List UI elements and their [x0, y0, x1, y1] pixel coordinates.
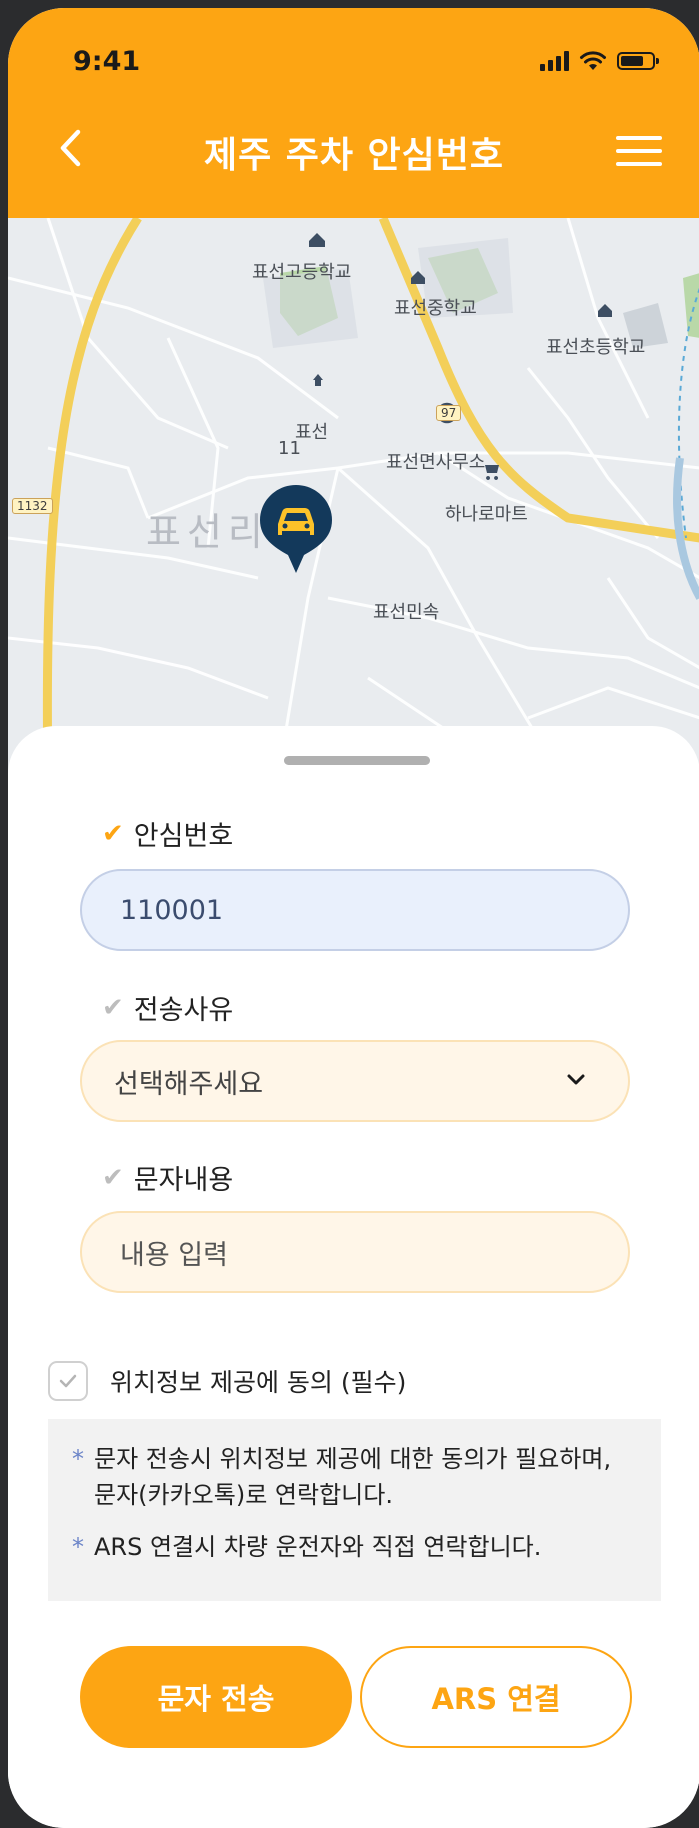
map-label: 표선고등학교: [252, 262, 352, 283]
app-header: 9:41 제주 주차 안심번호: [8, 8, 699, 218]
message-input[interactable]: 내용 입력: [80, 1211, 630, 1293]
field-label-message: ✔ 문자내용: [102, 1162, 234, 1197]
consent-label: 위치정보 제공에 동의 (필수): [110, 1368, 407, 1397]
map-label: 11: [278, 438, 301, 459]
safe-number-input[interactable]: 110001: [80, 869, 630, 951]
menu-button[interactable]: [616, 136, 662, 172]
checkmark-icon: [59, 1374, 77, 1388]
location-consent-row: 위치정보 제공에 동의 (필수): [48, 1361, 406, 1401]
notice-line: * 문자 전송시 위치정보 제공에 대한 동의가 필요하며, 문자(카카오톡)로 …: [72, 1445, 612, 1509]
reason-select[interactable]: 선택해주세요: [80, 1040, 630, 1122]
route-sign: 1132: [12, 498, 53, 514]
chevron-down-icon: [567, 1074, 585, 1085]
reason-select-value: 선택해주세요: [114, 1068, 264, 1100]
consent-checkbox[interactable]: [48, 1361, 88, 1401]
bottom-sheet: ✔ 안심번호 110001 ✔ 전송사유 선택해주세요 ✔ 문자내용 내용 입력: [8, 726, 699, 1828]
route-sign: 97: [436, 405, 462, 421]
area-label: 표선리: [146, 510, 269, 554]
status-time: 9:41: [73, 46, 141, 77]
phone-screen: 9:41 제주 주차 안심번호 표선고등학교 표선중학교 표선초등학교 표선면사…: [8, 8, 699, 1828]
field-label-reason: ✔ 전송사유: [102, 992, 234, 1027]
map-label: 표선민속: [373, 602, 440, 623]
check-icon: ✔: [102, 818, 124, 849]
sheet-handle[interactable]: [284, 756, 430, 765]
map-label: 표선초등학교: [546, 337, 646, 358]
check-icon: ✔: [102, 1162, 124, 1193]
map-view[interactable]: 표선고등학교 표선중학교 표선초등학교 표선면사무소 하나로마트 표선민속 표선…: [8, 218, 699, 778]
notice-box: * 문자 전송시 위치정보 제공에 대한 동의가 필요하며, 문자(카카오톡)로 …: [48, 1419, 661, 1601]
status-icons: [540, 50, 659, 72]
map-roads: [8, 218, 699, 778]
field-label-safe-number: ✔ 안심번호: [102, 818, 234, 853]
map-label: 하나로마트: [445, 504, 528, 525]
car-location-pin-icon[interactable]: [258, 483, 334, 575]
signal-icon: [540, 51, 569, 71]
send-message-button[interactable]: 문자 전송: [80, 1646, 352, 1748]
ars-call-button[interactable]: ARS 연결: [360, 1646, 632, 1748]
page-title: 제주 주차 안심번호: [203, 135, 505, 176]
check-icon: ✔: [102, 992, 124, 1023]
notice-line: * ARS 연결시 차량 운전자와 직접 연락합니다.: [72, 1533, 542, 1561]
map-label: 표선중학교: [394, 298, 477, 319]
wifi-icon: [580, 51, 606, 70]
map-label: 표선면사무소: [386, 452, 486, 473]
battery-icon: [617, 52, 659, 70]
